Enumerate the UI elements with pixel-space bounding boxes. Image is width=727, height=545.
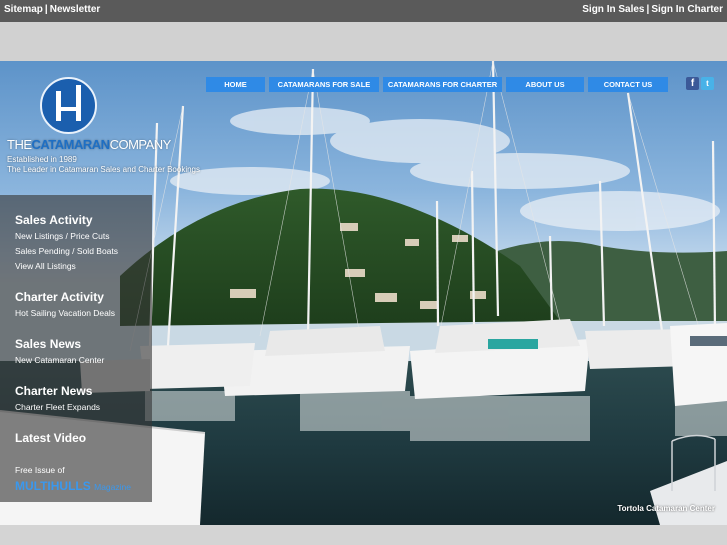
charter-activity-heading[interactable]: Charter Activity: [15, 290, 104, 304]
view-all-listings-link[interactable]: View All Listings: [15, 261, 76, 271]
established-text: Established in 1989: [7, 155, 77, 164]
new-catamaran-center-link[interactable]: New Catamaran Center: [15, 355, 104, 365]
utility-links-right: Sign In Sales | Sign In Charter: [582, 4, 723, 15]
sales-pending-link[interactable]: Sales Pending / Sold Boats: [15, 246, 118, 256]
sidebar-panel: Sales Activity New Listings / Price Cuts…: [0, 195, 152, 502]
twitter-icon[interactable]: t: [701, 77, 714, 90]
nav-home[interactable]: HOME: [206, 77, 265, 92]
new-listings-link[interactable]: New Listings / Price Cuts: [15, 231, 109, 241]
separator: |: [646, 4, 650, 15]
main-nav: HOME CATAMARANS FOR SALE CATAMARANS FOR …: [206, 77, 668, 92]
logo-name-prefix: THE: [7, 137, 32, 152]
logo-name-highlight: CATAMARAN: [31, 137, 111, 152]
nav-catamarans-for-charter[interactable]: CATAMARANS FOR CHARTER: [383, 77, 502, 92]
charter-news-heading[interactable]: Charter News: [15, 384, 92, 398]
latest-video-heading[interactable]: Latest Video: [15, 431, 86, 445]
newsletter-link[interactable]: Newsletter: [50, 4, 101, 15]
sales-news-heading[interactable]: Sales News: [15, 337, 81, 351]
hero-banner: THECATAMARANCOMPANY Established in 1989 …: [0, 61, 727, 525]
tagline-text: The Leader in Catamaran Sales and Charte…: [7, 165, 200, 174]
green-hill: [120, 188, 560, 326]
sales-activity-heading[interactable]: Sales Activity: [15, 213, 93, 227]
magazine-word: Magazine: [94, 482, 131, 492]
company-logo-wordmark[interactable]: THECATAMARANCOMPANY: [7, 137, 171, 152]
company-logo-icon[interactable]: [40, 77, 97, 134]
logo-name-suffix: COMPANY: [109, 137, 172, 152]
sitemap-link[interactable]: Sitemap: [4, 4, 43, 15]
photo-caption: Tortola Catamaran Center: [617, 504, 715, 513]
utility-links-left: Sitemap | Newsletter: [4, 4, 100, 15]
header-spacer: [0, 22, 727, 61]
charter-fleet-expands-link[interactable]: Charter Fleet Expands: [15, 402, 100, 412]
social-icons: f t: [686, 77, 714, 90]
nav-catamarans-for-sale[interactable]: CATAMARANS FOR SALE: [269, 77, 379, 92]
sign-in-charter-link[interactable]: Sign In Charter: [651, 4, 723, 15]
multihulls-magazine-link[interactable]: MULTIHULLS Magazine: [15, 479, 131, 493]
top-utility-bar: Sitemap | Newsletter Sign In Sales | Sign In…: [0, 0, 727, 22]
nav-contact-us[interactable]: CONTACT US: [588, 77, 668, 92]
facebook-icon[interactable]: f: [686, 77, 699, 90]
hot-sailing-deals-link[interactable]: Hot Sailing Vacation Deals: [15, 308, 115, 318]
footer-band: [0, 525, 727, 545]
magazine-name: MULTIHULLS: [15, 479, 91, 493]
sign-in-sales-link[interactable]: Sign In Sales: [582, 4, 644, 15]
nav-about-us[interactable]: ABOUT US: [506, 77, 584, 92]
free-issue-text: Free Issue of: [15, 465, 65, 475]
separator: |: [44, 4, 48, 15]
